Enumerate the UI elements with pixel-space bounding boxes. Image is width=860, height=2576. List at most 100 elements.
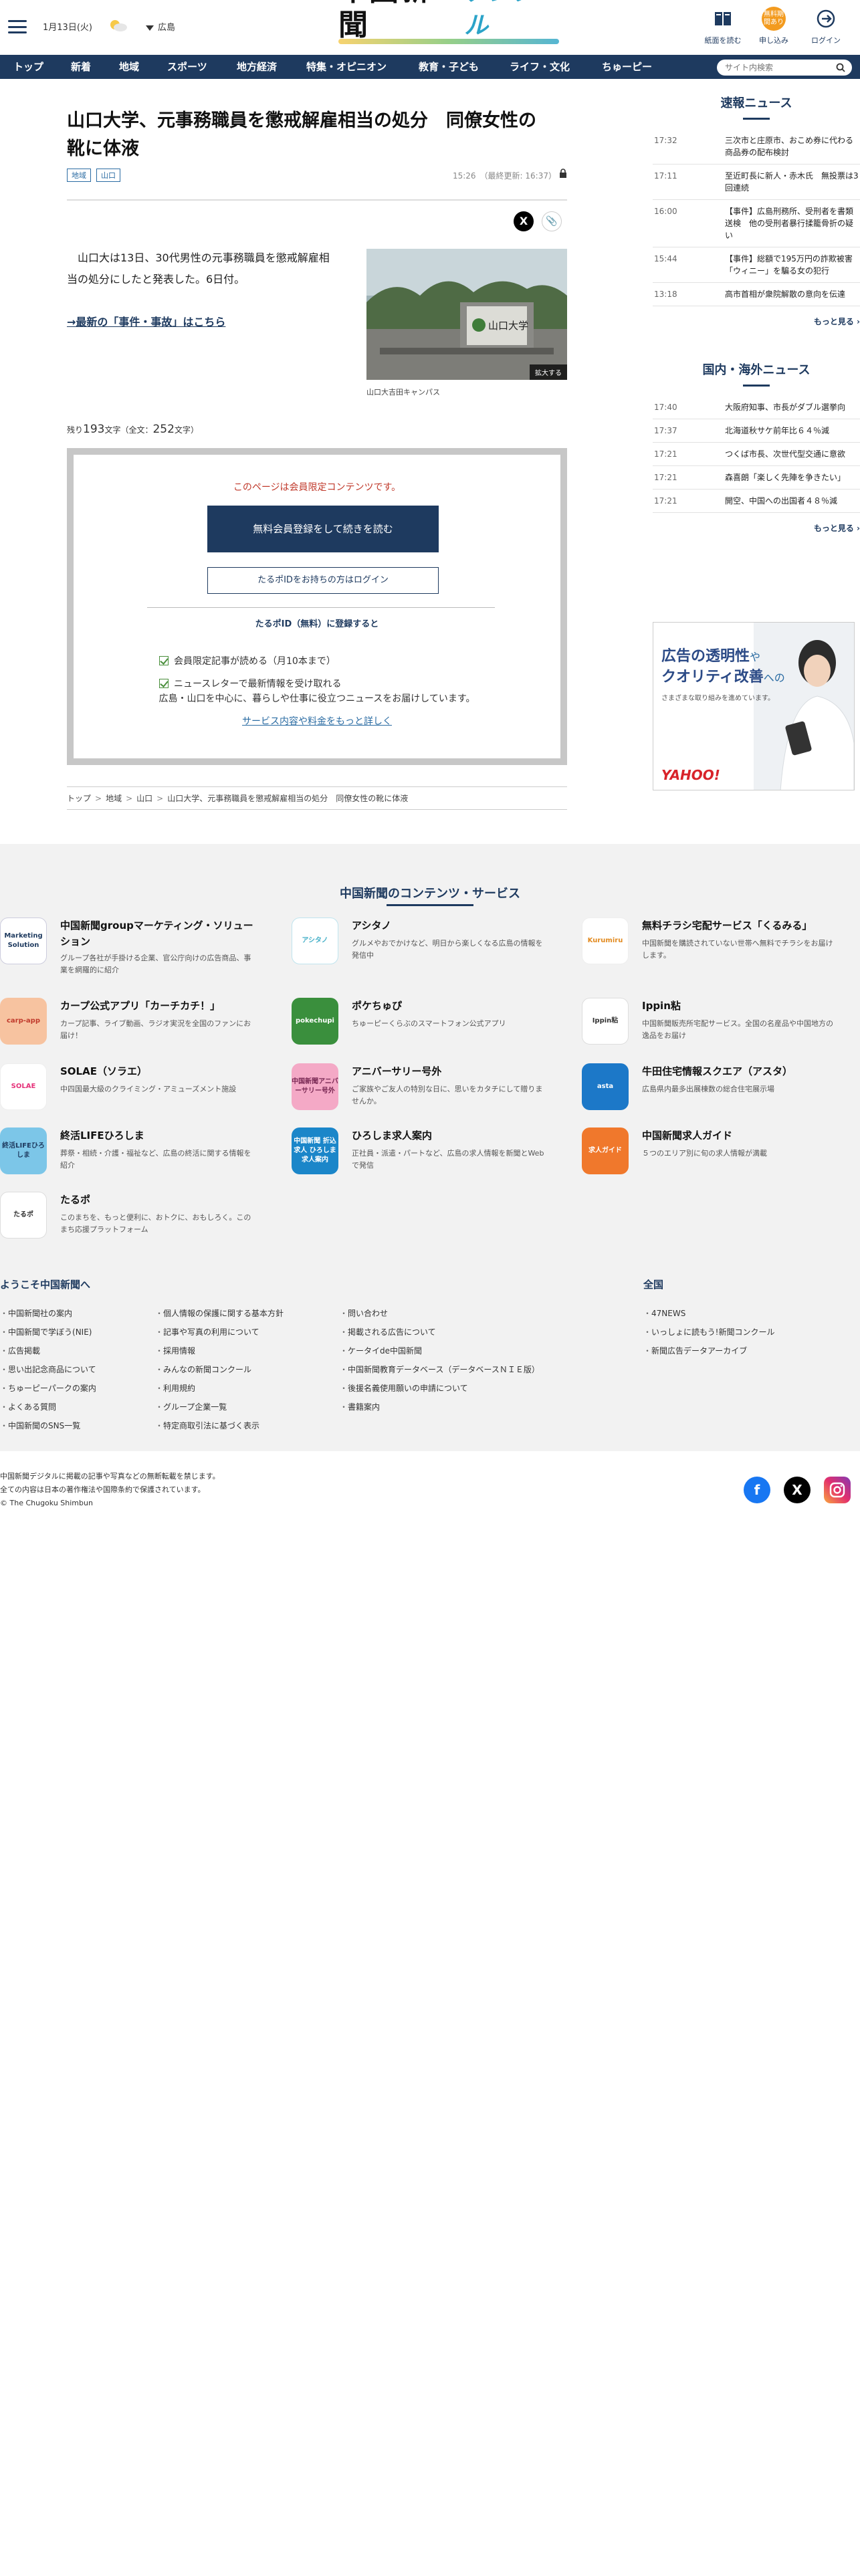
breadcrumb-local[interactable]: 地域: [106, 794, 122, 803]
footer-link[interactable]: 中国新聞教育データベース（データベースＮＩＥ版）: [340, 1360, 540, 1379]
ad-banner[interactable]: 広告の透明性や クオリティ改善への さまざまな取り組みを進めています。 YAHO…: [653, 622, 855, 790]
footer-link[interactable]: 後援名義使用願いの申請について: [340, 1379, 540, 1398]
service-name: 牛田住宅情報スクエア（アスタ）: [642, 1065, 793, 1077]
service-item[interactable]: 中国新聞アニバーサリー号外 アニバーサリー号外 ご家族やご友人の特別な日に、思いをカ…: [292, 1063, 552, 1117]
menu-icon[interactable]: [8, 20, 27, 33]
area-select[interactable]: 広島: [146, 20, 175, 33]
footer-link[interactable]: よくある質問: [0, 1398, 96, 1416]
footer-link[interactable]: 47NEWS: [643, 1304, 774, 1323]
divider: [147, 607, 495, 608]
nav-item-opinion[interactable]: 特集・オピニオン: [306, 55, 387, 79]
breaking-news-item[interactable]: 15:44 【事件】総額で195万円の詐欺被害「ウィニー」を騙る女の犯行: [653, 247, 860, 283]
breaking-news-item[interactable]: 17:32 三次市と庄原市、おこめ券に代わる商品券の配布検討: [653, 129, 860, 165]
nav-item-sports[interactable]: スポーツ: [167, 55, 207, 79]
footer-link[interactable]: 新聞広告データアーカイブ: [643, 1341, 774, 1360]
service-item[interactable]: 求人ガイド 中国新聞求人ガイド ５つのエリア別に旬の求人情報が満載: [582, 1128, 843, 1181]
service-item[interactable]: 中国新聞 折込求人 ひろしま求人案内 ひろしま求人案内 正社員・派遣・パートなど、広…: [292, 1128, 552, 1181]
footer-link[interactable]: みんなの新聞コンクール: [155, 1360, 284, 1379]
domestic-news-item[interactable]: 17:21 開空、中国への出国者４８％減: [653, 490, 860, 513]
footer-link[interactable]: 記事や写真の利用について: [155, 1323, 284, 1341]
benefit-item: 会員限定記事が読める（月10本まで）: [159, 650, 341, 673]
site-search: [717, 60, 852, 76]
footer-link[interactable]: グループ企業一覧: [155, 1398, 284, 1416]
footer-link[interactable]: ちゅーピーパークの案内: [0, 1379, 96, 1398]
search-input[interactable]: [725, 60, 839, 76]
copy-link-icon[interactable]: 📎: [542, 211, 562, 231]
news-headline: 開空、中国への出国者４８％減: [725, 496, 838, 506]
nav-item-chupi[interactable]: ちゅーピー: [602, 55, 652, 79]
service-details-link[interactable]: サービス内容や料金をもっと詳しく: [74, 714, 560, 728]
service-description: グルメやおでかけなど、明日から楽しくなる広島の情報を発信中: [352, 939, 543, 960]
breadcrumb-yamaguchi[interactable]: 山口: [136, 794, 152, 803]
service-name: 無料チラシ宅配サービス「くるみる」: [642, 920, 813, 932]
weather-icon: [110, 20, 127, 31]
service-description: 広島・山口を中心に、暮らしや仕事に役立つニュースをお届けしています。: [158, 693, 475, 704]
service-description: ちゅーピーくらぶのスマートフォン公式アプリ: [352, 1019, 506, 1028]
register-button[interactable]: 無料会員登録をして続きを読む: [207, 506, 439, 552]
news-headline: 【事件】総額で195万円の詐欺被害「ウィニー」を騙る女の犯行: [725, 254, 853, 276]
divider: [67, 199, 567, 201]
login-button[interactable]: ログイン: [802, 7, 849, 45]
footer-link[interactable]: 特定商取引法に基づく表示: [155, 1416, 284, 1435]
domestic-news-item[interactable]: 17:21 つくば市長、次世代型交通に意欲: [653, 443, 860, 466]
service-item[interactable]: carp-app カープ公式アプリ「カーチカチ！」 カープ記事、ライブ動画、ラジオ実…: [0, 998, 261, 1051]
footer-link[interactable]: 掲載される広告について: [340, 1323, 540, 1341]
service-item[interactable]: アシタノ アシタノ グルメやおでかけなど、明日から楽しくなる広島の情報を発信中: [292, 918, 552, 971]
photo-caption: 山口大吉田キャンパス: [366, 388, 440, 397]
service-description: 中四国最大級のクライミング・アミューズメント施設: [60, 1085, 237, 1093]
service-item[interactable]: たるポ たるポ このまちを、もっと便利に、おトクに、おもしろく。このまち応援プラット…: [0, 1192, 261, 1245]
news-time: 17:11: [654, 171, 677, 181]
footer-link[interactable]: いっしょに読もう!新聞コンクール: [643, 1323, 774, 1341]
nav-item-new[interactable]: 新着: [71, 55, 91, 79]
latest-incidents-link[interactable]: →最新の「事件・事故」はこちら: [67, 313, 225, 329]
service-item[interactable]: Marketing Solution 中国新聞groupマーケティング・ソリューシ…: [0, 918, 261, 974]
nav-item-economy[interactable]: 地方経済: [237, 55, 277, 79]
domestic-news-item[interactable]: 17:21 森喜朗「楽しく先陣を争きたい」: [653, 466, 860, 490]
service-item[interactable]: asta 牛田住宅情報スクエア（アスタ） 広島県内最多出展棟数の総合住宅展示場: [582, 1063, 843, 1117]
breaking-more-link[interactable]: もっと見る ›: [653, 316, 860, 327]
service-item[interactable]: SOLAE SOLAE（ソラエ） 中四国最大級のクライミング・アミューズメント施設: [0, 1063, 261, 1117]
footer-link[interactable]: 利用規約: [155, 1379, 284, 1398]
service-logo-icon: Ippin粘: [582, 998, 629, 1045]
breaking-news-item[interactable]: 16:00 【事件】広島刑務所、受刑者を書類送検 他の受刑者暴行揉籠骨折の疑い: [653, 200, 860, 247]
footer-link[interactable]: 書籍案内: [340, 1398, 540, 1416]
nav-item-top[interactable]: トップ: [13, 55, 43, 79]
nav-item-local[interactable]: 地域: [119, 55, 139, 79]
tarupo-login-button[interactable]: たるポIDをお持ちの方はログイン: [207, 567, 439, 594]
domestic-news-item[interactable]: 17:37 北海道秋サケ前年比６４％減: [653, 419, 860, 443]
footer-link[interactable]: 中国新聞社の案内: [0, 1304, 96, 1323]
tag-local[interactable]: 地域: [67, 169, 91, 182]
service-item[interactable]: pokechupi ポケちゅぴ ちゅーピーくらぶのスマートフォン公式アプリ: [292, 998, 552, 1051]
breaking-news-item[interactable]: 17:11 至近町長に新人・赤木氏 無投票は3回連続: [653, 165, 860, 200]
article-photo[interactable]: 山口大学 拡大する: [366, 249, 567, 380]
nav-item-education[interactable]: 教育・子ども: [419, 55, 479, 79]
nav-item-life-culture[interactable]: ライフ・文化: [510, 55, 570, 79]
service-name: アシタノ: [352, 920, 391, 932]
service-item[interactable]: Ippin粘 Ippin粘 中国新聞販売所宅配サービス。全国の名産品や中国地方の逸品…: [582, 998, 843, 1051]
x-share-icon[interactable]: X: [514, 211, 534, 231]
service-item[interactable]: Kurumiru 無料チラシ宅配サービス「くるみる」 中国新聞を購読されていない世帯…: [582, 918, 843, 971]
tag-yamaguchi[interactable]: 山口: [96, 169, 120, 182]
domestic-news-item[interactable]: 17:40 大阪府知事、市長がダブル選挙向: [653, 396, 860, 419]
footer-link[interactable]: 広告掲載: [0, 1341, 96, 1360]
facebook-icon[interactable]: f: [744, 1477, 770, 1503]
x-icon[interactable]: X: [784, 1477, 811, 1503]
breaking-news-item[interactable]: 13:18 高市首相が衆院解散の意向を伝達: [653, 283, 860, 306]
footer-link[interactable]: 個人情報の保護に関する基本方針: [155, 1304, 284, 1323]
service-item[interactable]: 終活LIFEひろしま 終活LIFEひろしま 葬祭・相続・介護・福祉など、広島の終活に…: [0, 1128, 261, 1181]
read-paper-button[interactable]: 紙面を読む: [700, 7, 746, 45]
footer-link[interactable]: 中国新聞で学ぼう(NIE): [0, 1323, 96, 1341]
instagram-icon[interactable]: [824, 1477, 851, 1503]
site-logo[interactable]: 中國新聞 デジタル: [338, 0, 559, 43]
footer-link[interactable]: 採用情報: [155, 1341, 284, 1360]
domestic-more-link[interactable]: もっと見る ›: [653, 522, 860, 534]
checkbox-icon: [159, 656, 169, 665]
breadcrumb-top[interactable]: トップ: [67, 794, 91, 803]
search-icon[interactable]: [836, 63, 845, 72]
apply-button[interactable]: 無料期間あり 申し込み: [750, 7, 797, 45]
footer-link[interactable]: 中国新聞のSNS一覧: [0, 1416, 96, 1435]
footer-link[interactable]: ケータイde中国新聞: [340, 1341, 540, 1360]
footer-link[interactable]: 思い出記念商品について: [0, 1360, 96, 1379]
footer-link[interactable]: 問い合わせ: [340, 1304, 540, 1323]
zoom-button[interactable]: 拡大する: [530, 364, 567, 380]
